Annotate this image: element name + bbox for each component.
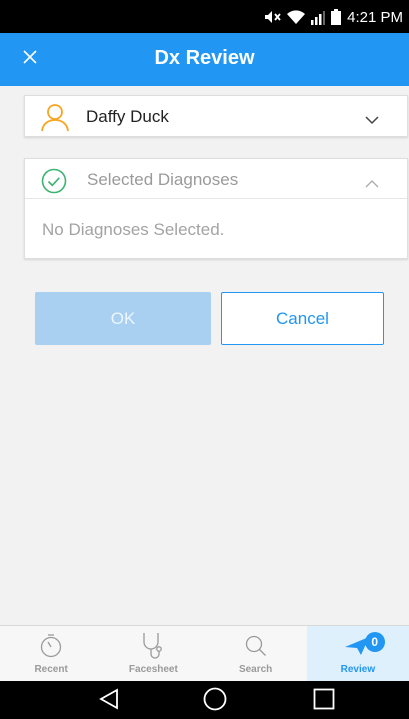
recent-apps-square-icon [313,688,335,715]
selected-diagnoses-panel: Selected Diagnoses No Diagnoses Selected… [24,158,408,259]
bottom-tab-bar: Recent Facesheet Search 0 Review [0,625,409,681]
tab-review-label: Review [340,664,376,675]
back-triangle-icon [99,687,119,715]
home-button[interactable] [202,687,228,716]
status-bar: 4:21 PM [0,0,409,33]
empty-diagnoses-message: No Diagnoses Selected. [42,220,225,239]
selected-diagnoses-title: Selected Diagnoses [87,170,239,189]
check-circle-icon [41,168,67,199]
battery-icon [331,9,342,25]
user-icon [39,102,71,137]
tab-search[interactable]: Search [205,626,307,681]
stethoscope-icon [141,632,165,660]
home-circle-icon [203,687,227,716]
wifi-icon [287,9,306,25]
tab-review[interactable]: 0 Review [306,626,409,681]
page-title: Dx Review [154,47,255,69]
tab-recent-label: Recent [34,664,68,675]
tab-recent[interactable]: Recent [0,626,102,681]
ok-button[interactable]: OK [35,292,211,345]
patient-selector[interactable]: Daffy Duck [24,95,408,137]
status-icons: 4:21 PM [263,7,403,27]
tab-facesheet[interactable]: Facesheet [102,626,204,681]
cancel-button[interactable]: Cancel [221,292,384,345]
chevron-down-icon[interactable] [365,112,379,130]
app-bar: Dx Review [0,33,409,86]
signal-icon [311,10,326,25]
chevron-up-icon[interactable] [365,175,379,193]
system-nav-bar [0,681,409,719]
tab-facesheet-label: Facesheet [128,664,178,675]
timer-icon [40,632,62,660]
tab-search-label: Search [238,664,273,675]
selected-diagnoses-header[interactable]: Selected Diagnoses [25,159,407,199]
review-count-badge: 0 [364,632,385,652]
patient-name: Daffy Duck [86,107,169,126]
status-time: 4:21 PM [347,8,403,26]
recent-apps-button[interactable] [311,688,337,714]
mute-icon [263,9,281,25]
back-button[interactable] [96,687,122,715]
search-icon [245,632,267,660]
